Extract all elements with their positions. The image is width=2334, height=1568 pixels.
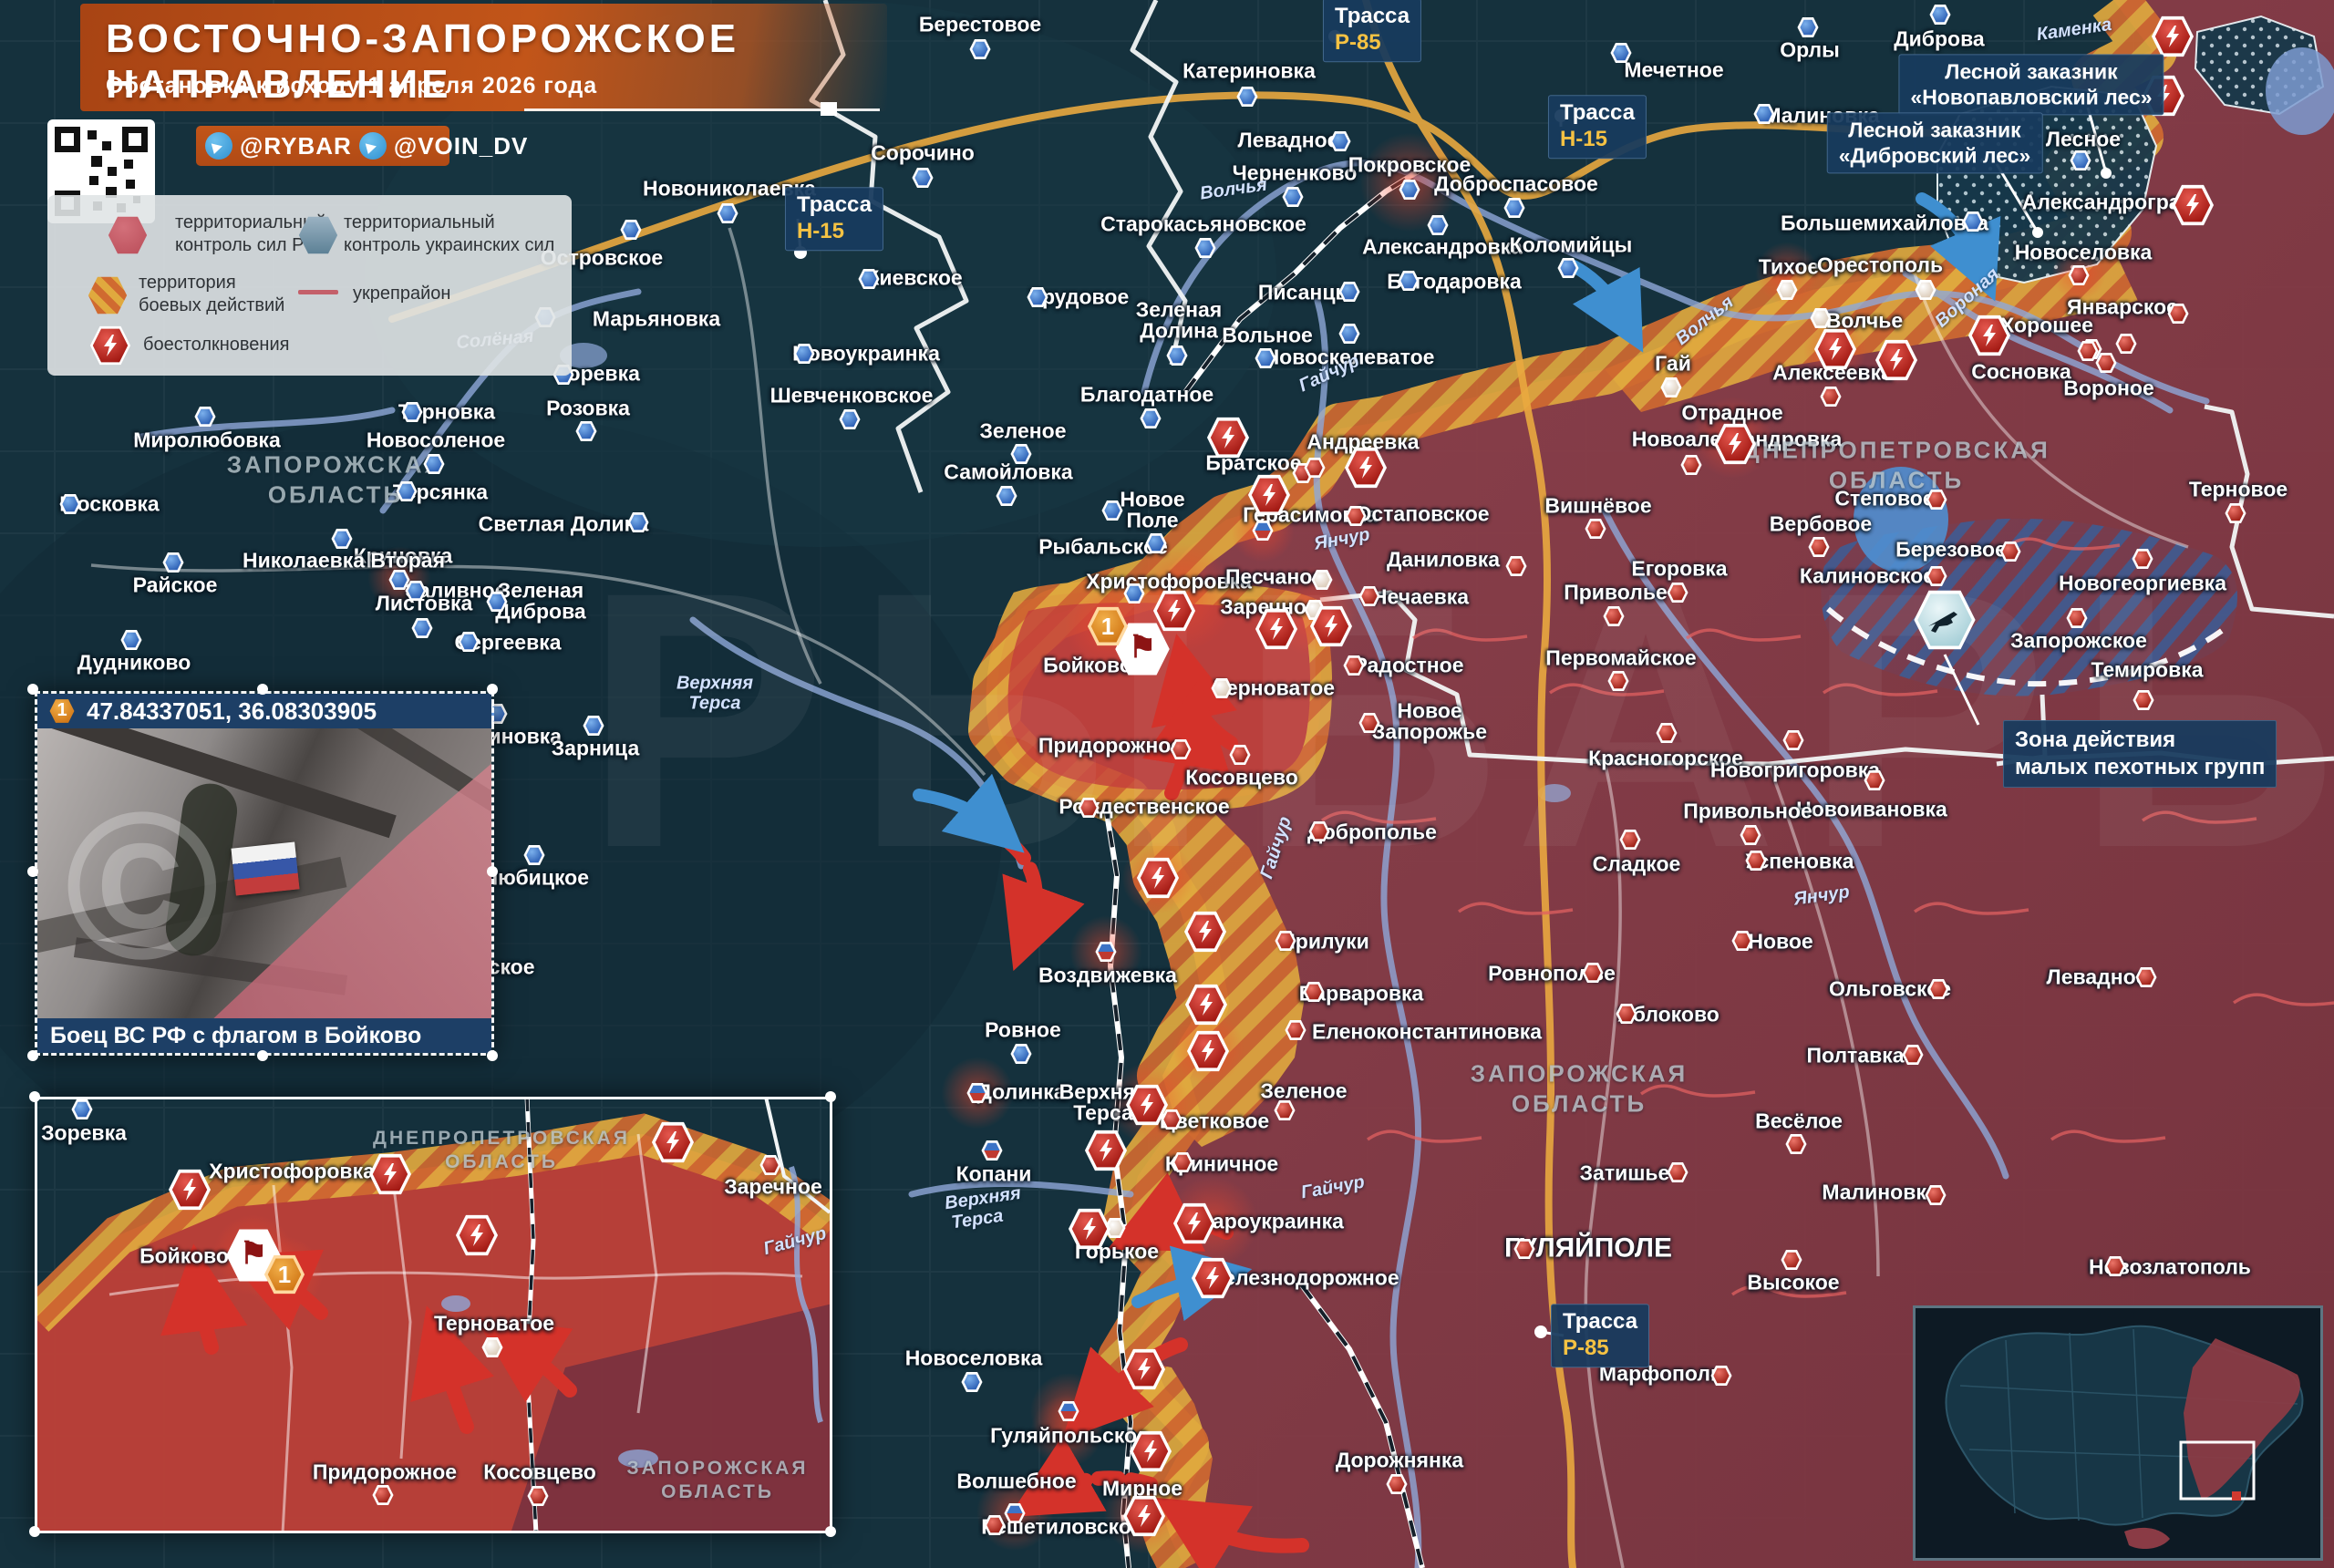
photo-image: ©	[37, 728, 491, 1022]
title-banner: ВОСТОЧНО-ЗАПОРОЖСКОЕ НАПРАВЛЕНИЕ Обстано…	[80, 4, 887, 111]
telegram-icon	[359, 132, 387, 160]
telegram-channels: @RYBAR @VOIN_DV	[196, 126, 449, 166]
decor-square	[821, 102, 837, 116]
situation-map-poster: БерестовоеСорочиноНовониколаевкаОстровск…	[0, 0, 2334, 1568]
zone-info-box: Зона действиямалых пехотных групп	[2003, 720, 2277, 788]
photo-watermark: ©	[65, 765, 219, 1006]
inset-map-border	[35, 1097, 832, 1533]
legend-swatch-contested	[88, 275, 128, 315]
legend-line-ukrepraion	[298, 290, 338, 294]
channel-handle: @RYBAR	[240, 132, 352, 160]
minimap-border	[1913, 1305, 2323, 1561]
legend-swatch-ru	[108, 215, 148, 255]
legend-clash-icon	[89, 325, 131, 366]
map-legend: территориальныйконтроль сил РФ территори…	[47, 195, 572, 376]
photo-coordinates: 47.84337051, 36.08303905	[87, 697, 377, 726]
channel-handle: @VOIN_DV	[394, 132, 529, 160]
telegram-icon	[205, 132, 232, 160]
photo-header: 1 47.84337051, 36.08303905	[37, 694, 491, 728]
photo-caption: Боец ВС РФ с флагом в Бойково	[37, 1018, 491, 1053]
page-subtitle: Обстановка к исходу 1 апреля 2026 года	[106, 73, 597, 99]
russian-flag	[231, 841, 299, 895]
marker-one-icon: 1	[46, 696, 77, 727]
photo-inset: 1 47.84337051, 36.08303905 © Боец ВС РФ …	[35, 691, 494, 1056]
